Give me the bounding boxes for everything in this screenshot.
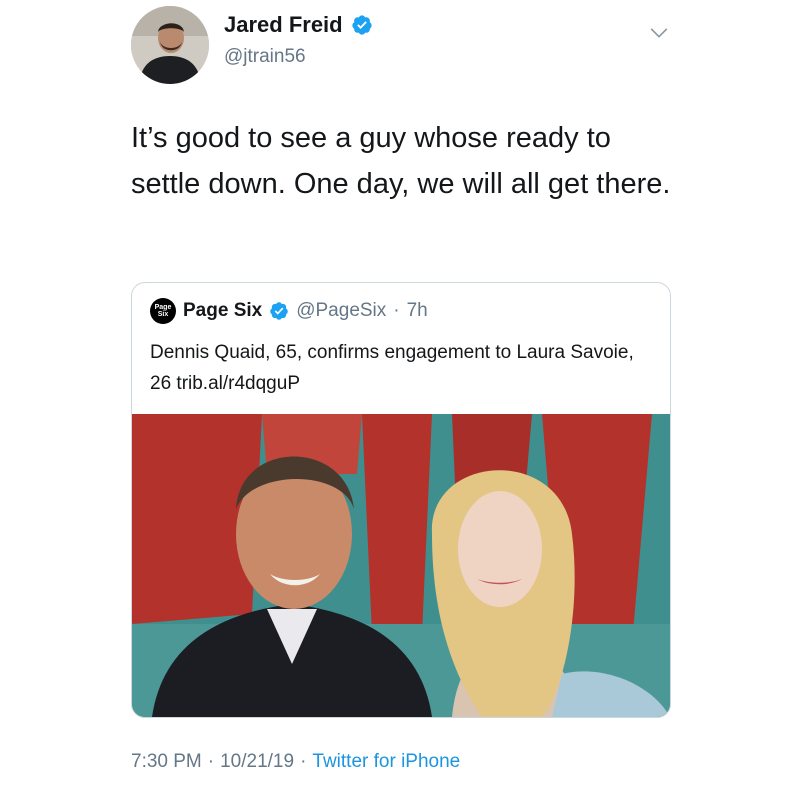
quoted-tweet-photo[interactable] (132, 414, 670, 717)
author-avatar[interactable] (131, 6, 209, 84)
footer-separator: · (207, 751, 215, 772)
quoted-display-name[interactable]: Page Six (183, 300, 262, 322)
quoted-tweet-text: Dennis Quaid, 65, confirms engagement to… (150, 342, 634, 394)
tweet-time[interactable]: 7:30 PM (131, 751, 202, 773)
avatar-photo (131, 6, 209, 84)
verified-badge-icon (270, 302, 288, 320)
footer-separator: · (300, 751, 307, 772)
quoted-time[interactable]: 7h (407, 300, 428, 322)
tweet: Jared Freid @jtrain56 It’s good to see a… (0, 0, 800, 785)
author-display-name[interactable]: Jared Freid (224, 12, 343, 38)
tweet-date[interactable]: 10/21/19 (220, 751, 294, 773)
page-six-logo: Page Six (150, 298, 176, 324)
verified-badge-icon (351, 15, 372, 35)
tweet-source-link[interactable]: Twitter for iPhone (312, 751, 460, 773)
quoted-tweet-header: Page Six Page Six @PageSix · 7h (150, 298, 428, 324)
quoted-tweet-card[interactable]: Page Six Page Six @PageSix · 7h Dennis Q… (131, 282, 671, 718)
chevron-down-icon[interactable] (648, 22, 670, 44)
tweet-footer: 7:30 PM · 10/21/19 · Twitter for iPhone (131, 751, 460, 773)
author-handle[interactable]: @jtrain56 (224, 46, 306, 68)
author-name-row[interactable]: Jared Freid (224, 12, 373, 38)
logo-text-line2: Six (157, 311, 169, 318)
logo-text-line1: Page (154, 304, 172, 311)
quoted-handle[interactable]: @PageSix (296, 300, 386, 322)
tweet-text: It’s good to see a guy whose ready to se… (131, 122, 671, 200)
quoted-separator: · (393, 300, 400, 321)
